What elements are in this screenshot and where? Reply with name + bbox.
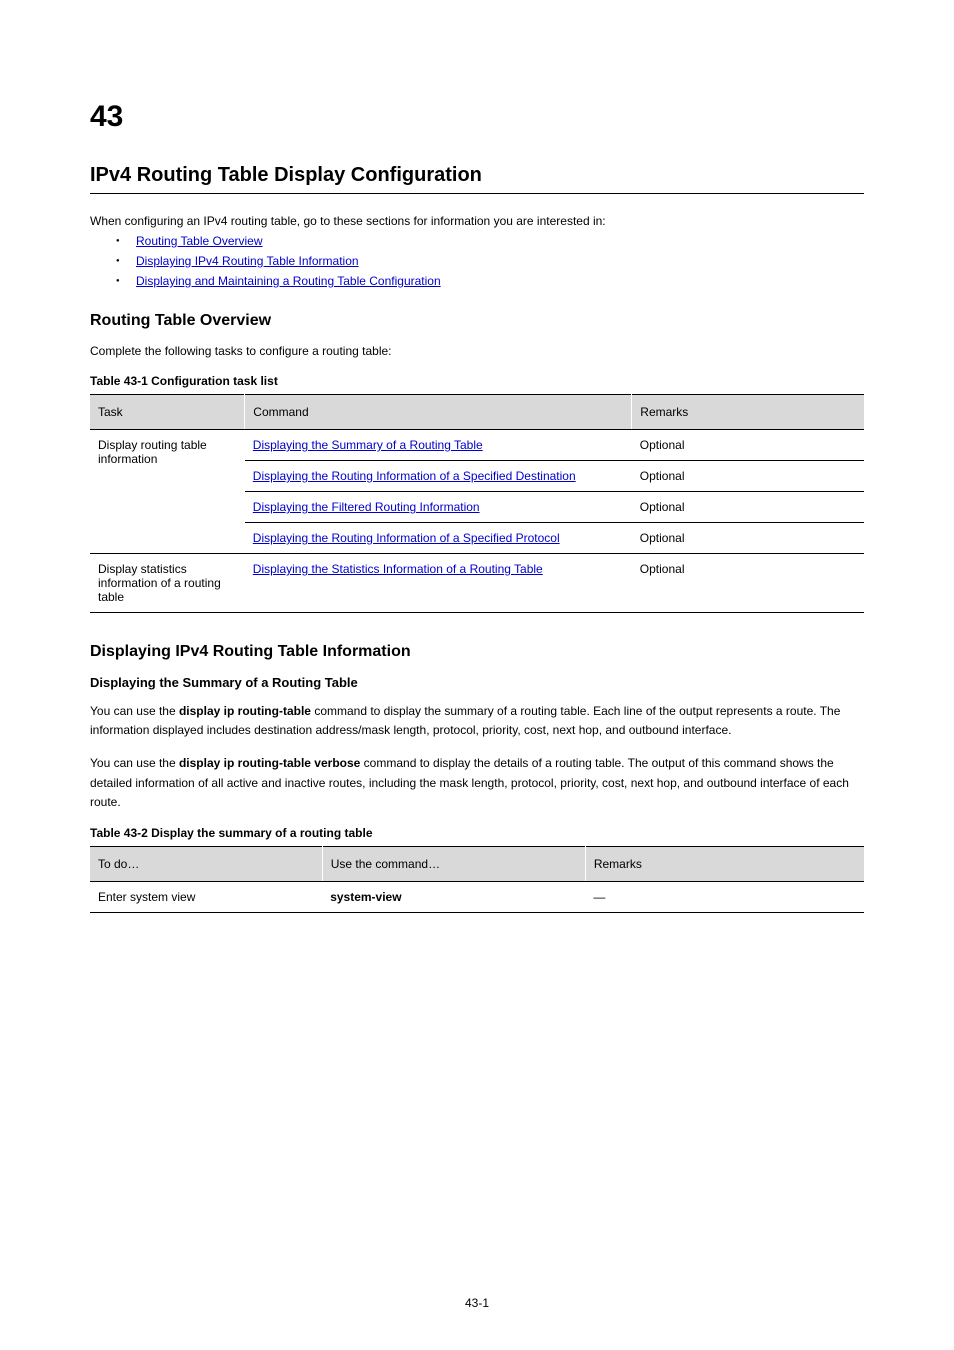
list-item: Displaying and Maintaining a Routing Tab… [136,274,864,288]
td-remarks: Optional [632,430,864,461]
td-cmd: Displaying the Routing Information of a … [245,461,632,492]
td-cmd: Displaying the Summary of a Routing Tabl… [245,430,632,461]
table-row: Enter system view system-view — [90,881,864,912]
title-divider [90,193,864,194]
link-display-maintain[interactable]: Displaying and Maintaining a Routing Tab… [136,274,441,288]
td-remarks: Optional [632,461,864,492]
section-link-list: Routing Table Overview Displaying IPv4 R… [136,234,864,288]
section-heading-display: Displaying IPv4 Routing Table Informatio… [90,643,864,661]
link-overview[interactable]: Routing Table Overview [136,234,263,248]
cmd-link-summary[interactable]: Displaying the Summary of a Routing Tabl… [253,438,483,452]
table-config-tasks: Task Command Remarks Display routing tab… [90,394,864,613]
td-remarks: Optional [632,523,864,554]
td-todo: Enter system view [90,881,322,912]
intro-paragraph: When configuring an IPv4 routing table, … [90,214,864,228]
para-display-1: You can use the display ip routing-table… [90,702,864,740]
page-number: 43-1 [0,1296,954,1310]
td-use: system-view [322,881,585,912]
th-todo: To do… [90,846,322,881]
table1-caption: Table 43-1 Configuration task list [90,374,864,388]
td-task: Display routing table information [90,430,245,554]
para-display-2: You can use the display ip routing-table… [90,754,864,812]
cmd-link-stats[interactable]: Displaying the Statistics Information of… [253,562,543,576]
table-row: Display routing table information Displa… [90,430,864,461]
list-item: Routing Table Overview [136,234,864,248]
td-cmd: Displaying the Filtered Routing Informat… [245,492,632,523]
section-heading-overview: Routing Table Overview [90,312,864,330]
cmd-link-filtered[interactable]: Displaying the Filtered Routing Informat… [253,500,480,514]
th-use: Use the command… [322,846,585,881]
chapter-title: IPv4 Routing Table Display Configuration [90,164,864,187]
td-cmd: Displaying the Statistics Information of… [245,554,632,613]
th-remarks2: Remarks [585,846,864,881]
chapter-number: 43 [90,100,864,134]
th-command: Command [245,395,632,430]
subheading-summary: Displaying the Summary of a Routing Tabl… [90,675,864,690]
td-remarks2: — [585,881,864,912]
cmd-link-dest[interactable]: Displaying the Routing Information of a … [253,469,576,483]
list-item: Displaying IPv4 Routing Table Informatio… [136,254,864,268]
table-row: Display statistics information of a rout… [90,554,864,613]
td-remarks: Optional [632,492,864,523]
overview-intro: Complete the following tasks to configur… [90,344,864,358]
table-display-summary: To do… Use the command… Remarks Enter sy… [90,846,864,913]
td-remarks: Optional [632,554,864,613]
th-remarks: Remarks [632,395,864,430]
td-cmd: Displaying the Routing Information of a … [245,523,632,554]
table2-caption: Table 43-2 Display the summary of a rout… [90,826,864,840]
cmd-link-protocol[interactable]: Displaying the Routing Information of a … [253,531,560,545]
th-task: Task [90,395,245,430]
link-display-ipv4[interactable]: Displaying IPv4 Routing Table Informatio… [136,254,359,268]
td-task: Display statistics information of a rout… [90,554,245,613]
